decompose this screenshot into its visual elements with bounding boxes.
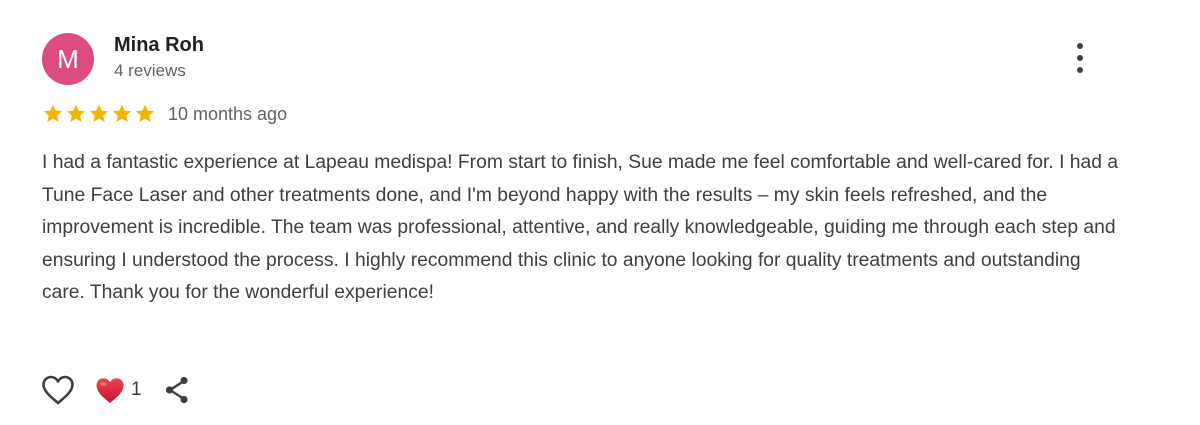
review-text: I had a fantastic experience at Lapeau m… [42,152,1119,303]
more-options-button[interactable] [1064,40,1096,76]
share-icon [165,376,188,404]
share-button[interactable] [162,372,192,408]
more-vert-icon-dot-3 [1077,67,1083,73]
rating-row: 10 months ago [42,102,287,126]
more-vert-icon-dot-1 [1077,43,1083,49]
heart-outline-icon [42,375,74,405]
star-icon [43,104,63,122]
star-icon [89,104,109,122]
author-review-count: 4 reviews [114,61,186,80]
review-actions: 1 [40,372,192,408]
reaction-heart[interactable]: 1 [95,377,142,404]
review-card: M Mina Roh 4 reviews 10 months ago I had… [0,0,1200,425]
review-time: 10 months ago [168,103,288,124]
star-rating [42,103,156,125]
star-icon [135,104,155,122]
like-button[interactable] [40,372,76,408]
avatar[interactable]: M [42,33,94,85]
star-icon [66,104,86,122]
red-heart-emoji-icon [96,377,124,403]
more-vert-icon-dot-2 [1077,55,1083,61]
star-icon [112,104,132,122]
author-name[interactable]: Mina Roh [114,34,204,57]
reaction-count: 1 [131,379,142,400]
